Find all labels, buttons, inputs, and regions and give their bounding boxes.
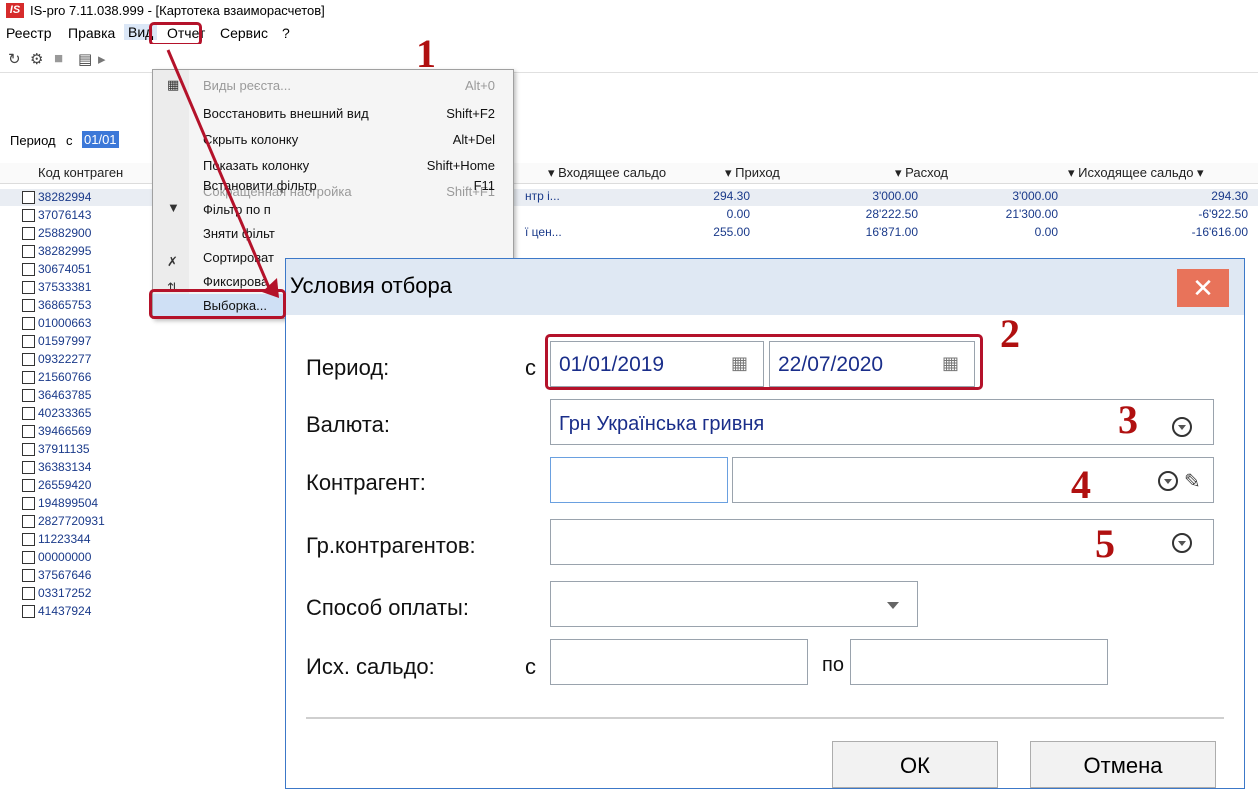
annotation-arrow [166, 49, 279, 298]
menu-item-10[interactable]: Выборка... [203, 298, 267, 313]
